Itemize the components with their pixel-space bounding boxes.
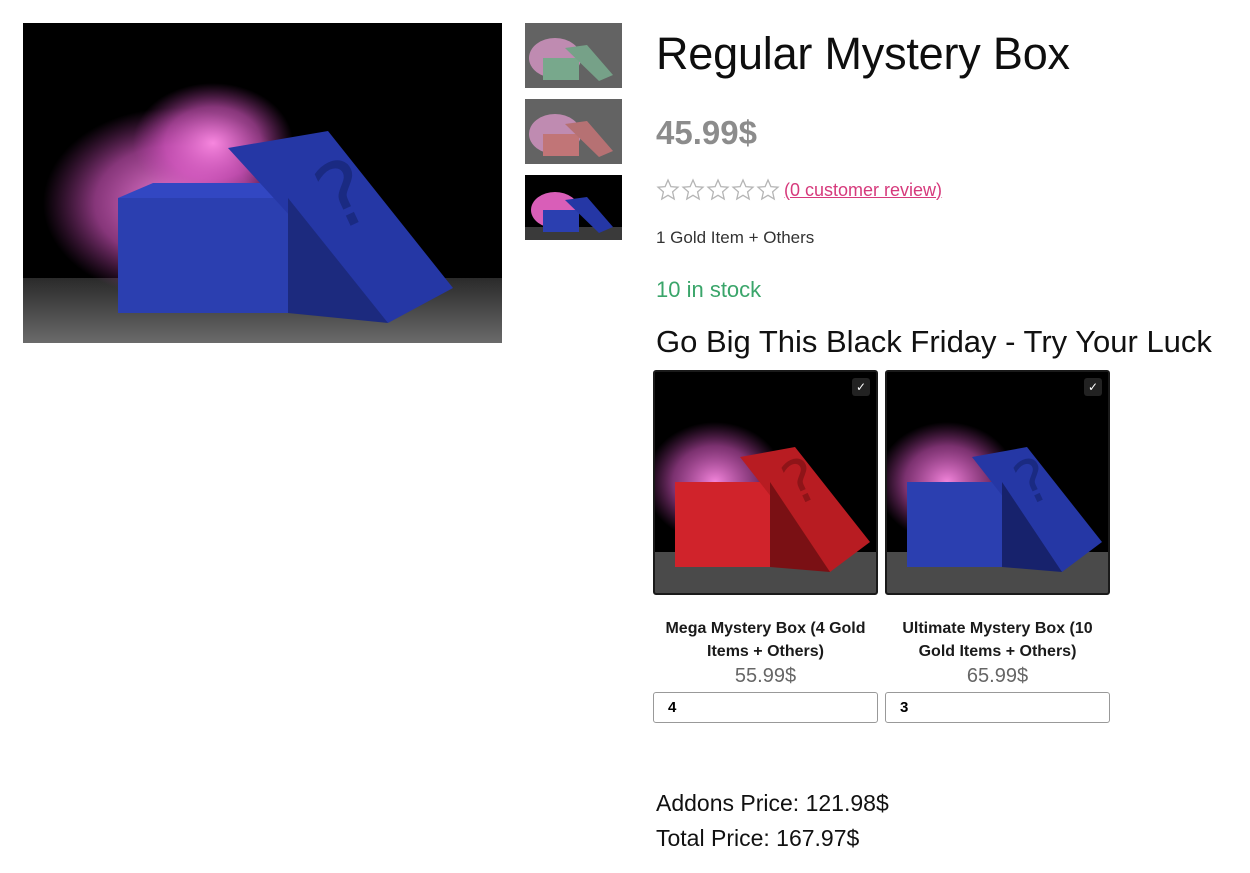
addon-price: 55.99$ [734, 665, 797, 687]
addon-quantity-input[interactable] [653, 692, 878, 723]
price-totals: Addons Price: 121.98$ Total Price: 167.9… [656, 786, 889, 856]
thumbnail-list [525, 23, 622, 251]
star-empty-icon [756, 178, 780, 201]
thumbnail-green-box[interactable] [525, 23, 622, 88]
addons-price-value: 121.98$ [805, 790, 889, 816]
mystery-box-red-icon [525, 99, 622, 164]
addon-name: Ultimate Mystery Box (10 Gold Items + Ot… [902, 620, 1093, 660]
addon-image-mega[interactable]: ? ✓ [653, 370, 878, 595]
mystery-box-green-icon [525, 23, 622, 88]
star-empty-icon [656, 178, 680, 201]
addons-price-label: Addons Price: [656, 790, 800, 816]
star-empty-icon [731, 178, 755, 201]
main-product-image[interactable]: ? [23, 23, 502, 343]
product-title: Regular Mystery Box [656, 28, 1070, 79]
total-price-row: Total Price: 167.97$ [656, 821, 889, 856]
stock-status: 10 in stock [656, 277, 762, 302]
addon-card-mega: ? ✓ Mega Mystery Box (4 Gold Items + Oth… [653, 370, 878, 723]
mystery-box-blue-icon [525, 175, 622, 240]
mystery-box-blue-icon: ? [887, 372, 1108, 593]
star-rating [656, 178, 780, 202]
addon-price: 65.99$ [966, 665, 1029, 687]
rating-row: (0 customer review) [656, 178, 942, 202]
mystery-box-red-icon: ? [655, 372, 876, 593]
addon-quantity-input[interactable] [885, 692, 1110, 723]
checked-icon[interactable]: ✓ [852, 378, 870, 396]
addon-name: Mega Mystery Box (4 Gold Items + Others) [665, 620, 866, 660]
thumbnail-red-box[interactable] [525, 99, 622, 164]
addon-card-ultimate: ? ✓ Ultimate Mystery Box (10 Gold Items … [885, 370, 1110, 723]
addons-price-row: Addons Price: 121.98$ [656, 786, 889, 821]
total-price-label: Total Price: [656, 825, 770, 851]
product-price: 45.99$ [656, 114, 757, 151]
checked-icon[interactable]: ✓ [1084, 378, 1102, 396]
product-page: ? Regular Mystery Box 45.99$ (0 customer… [0, 0, 1250, 873]
star-empty-icon [681, 178, 705, 201]
short-description: 1 Gold Item + Others [656, 228, 815, 247]
customer-review-link[interactable]: (0 customer review) [784, 180, 942, 201]
addon-image-ultimate[interactable]: ? ✓ [885, 370, 1110, 595]
thumbnail-blue-box[interactable] [525, 175, 622, 240]
total-price-value: 167.97$ [776, 825, 860, 851]
mystery-box-blue-image: ? [23, 23, 502, 343]
addons-heading: Go Big This Black Friday - Try Your Luck [656, 324, 1212, 359]
star-empty-icon [706, 178, 730, 201]
